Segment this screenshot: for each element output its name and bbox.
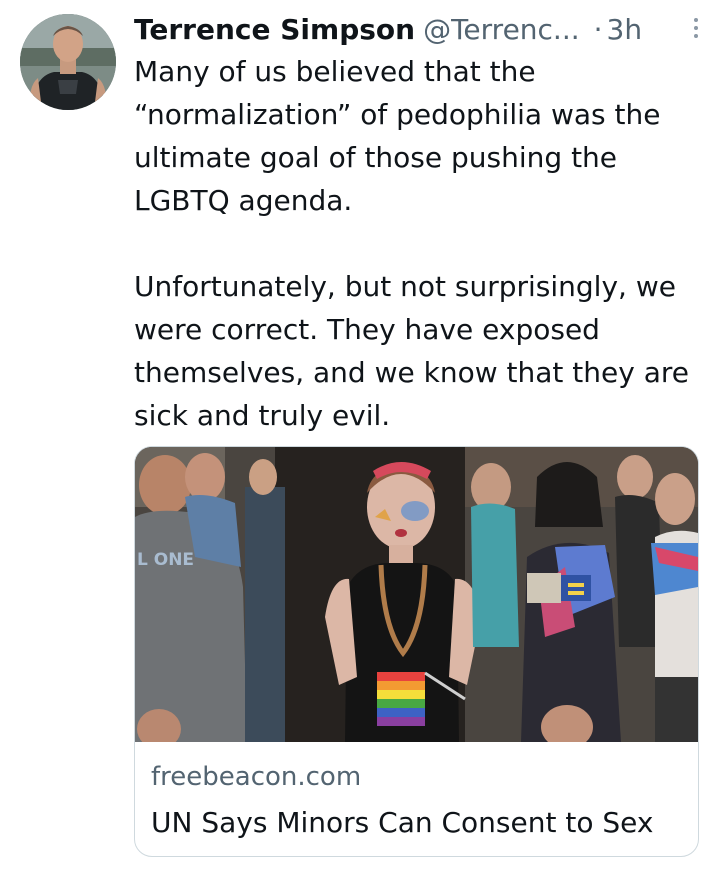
avatar[interactable] [20,14,116,110]
display-name[interactable]: Terrence Simpson [134,10,415,50]
card-meta: freebeacon.com UN Says Minors Can Consen… [151,759,691,843]
more-dot [694,34,698,38]
card-image[interactable]: L ONE [135,447,698,742]
separator-dot: · [593,13,603,46]
tweet-paragraph: Unfortunately, but not surprisingly, we … [134,270,689,432]
tweet-text: Many of us believed that the “normalizat… [134,50,704,437]
more-dot [694,18,698,22]
card-title[interactable]: UN Says Minors Can Consent to Sex [151,803,691,843]
timestamp[interactable]: 3h [607,10,643,50]
tweet-header: Terrence Simpson @Terrenc... · 3h [134,8,704,52]
more-dot [694,26,698,30]
avatar-image [20,14,116,110]
link-card[interactable]: L ONE freebeacon.com UN Says Minors Can … [134,446,699,857]
user-handle[interactable]: @Terrenc... [423,10,580,50]
card-photo: L ONE [135,447,698,742]
hoodie-print: L ONE [137,550,194,570]
tweet-paragraph: Many of us believed that the “normalizat… [134,55,661,217]
more-vertical-icon[interactable] [686,12,706,44]
card-domain[interactable]: freebeacon.com [151,759,691,795]
tweet[interactable]: Terrence Simpson @Terrenc... · 3h Many o… [0,0,720,872]
